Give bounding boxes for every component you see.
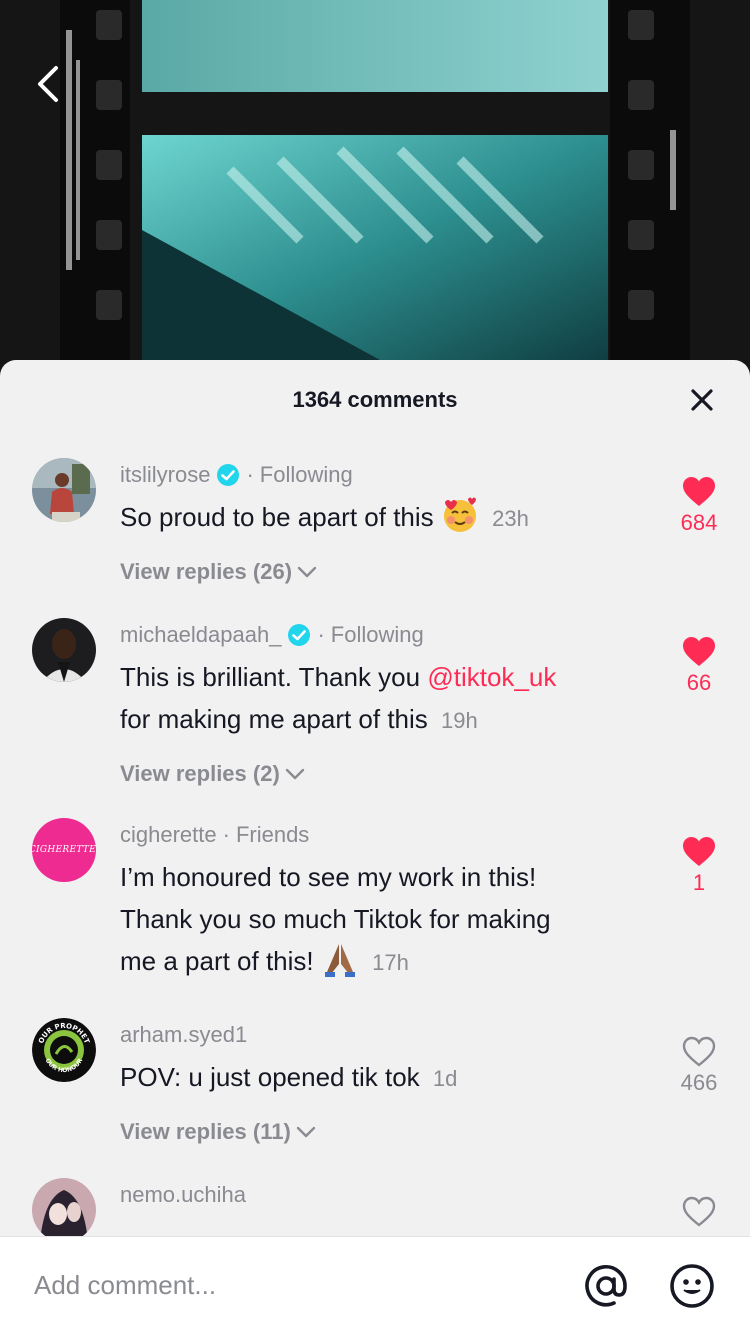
mention-button[interactable] [582,1262,630,1310]
avatar[interactable] [32,618,96,682]
like-button[interactable]: 466 [666,1036,732,1096]
comment-meta: nemo.uchiha [120,1178,630,1212]
comment-text: POV: u just opened tik tok 1d [120,1056,630,1100]
back-arrow-icon [38,66,58,102]
video-frame [0,0,750,400]
verified-badge-icon [287,623,311,647]
comment-time: 19h [441,708,478,733]
verified-badge-icon [216,463,240,487]
add-comment-input[interactable] [0,1255,582,1316]
emoji-button[interactable] [668,1262,716,1310]
like-button[interactable] [666,1196,732,1228]
close-button[interactable] [686,384,718,416]
heart-filled-icon [683,477,715,506]
comment-text: So proud to be apart of this 23h [120,496,630,540]
avatar-label: CIGHERETTE. [32,845,96,855]
view-replies-label: View replies (26) [120,559,293,584]
sheet-header: 1364 comments [0,360,750,440]
comment-item: OUR PROPHET OUR HONOUR arham.syed1 POV: … [0,1018,750,1148]
comment-body-continued: for making me apart of this [120,704,428,734]
close-icon [691,389,713,411]
avatar[interactable] [32,1178,96,1236]
like-count: 66 [686,670,712,695]
comment-body: So proud to be apart of this [120,502,434,532]
comment-time: 17h [372,950,409,975]
relation-label: Friends [235,822,310,847]
comment-text: This is brilliant. Thank you @tiktok_uk … [120,656,630,742]
view-replies-label: View replies (2) [120,761,280,786]
comment-meta: itslilyrose · Following [120,458,630,492]
comment-body-line: Thank you so much Tiktok for making [120,904,551,934]
comments-sheet: 1364 comments itslilyrose · Following So… [0,360,750,1334]
heart-outline-icon [682,1196,716,1227]
comment-meta: cigherette · Friends [120,818,630,852]
comment-body: This is brilliant. Thank you [120,662,421,692]
like-count: 684 [680,510,718,535]
separator-dot: · [246,462,254,487]
comment-item: nemo.uchiha [0,1178,750,1236]
relation-label: Following [259,462,353,487]
comment-list[interactable]: itslilyrose · Following So proud to be a… [0,440,750,1236]
like-count: 466 [680,1070,718,1095]
back-button[interactable] [26,60,70,108]
chevron-down-icon [285,768,304,780]
avatar[interactable]: CIGHERETTE. [32,818,96,882]
view-replies-button[interactable]: View replies (11) [120,1116,630,1148]
comment-body: POV: u just opened tik tok [120,1062,420,1092]
video-background [0,0,750,400]
avatar[interactable] [32,458,96,522]
separator-dot: · [222,822,230,847]
comment-body-line: me a part of this! [120,946,314,976]
smiling-hearts-emoji-icon [441,496,479,534]
comment-item: CIGHERETTE. cigherette · Friends I’m hon… [0,818,750,984]
relation-label: Following [330,622,424,647]
like-button[interactable]: 684 [666,476,732,536]
like-button[interactable]: 1 [666,836,732,896]
chevron-down-icon [296,1126,316,1138]
view-replies-label: View replies (11) [120,1119,291,1144]
comment-item: itslilyrose · Following So proud to be a… [0,458,750,588]
chevron-down-icon [297,566,317,578]
username[interactable]: itslilyrose [120,462,210,488]
mention-link[interactable]: @tiktok_uk [427,662,556,692]
username[interactable]: nemo.uchiha [120,1182,246,1208]
comment-input-bar [0,1236,750,1334]
like-count: 1 [692,870,706,895]
comment-meta: arham.syed1 [120,1018,630,1052]
view-replies-button[interactable]: View replies (26) [120,556,630,588]
comment-item: michaeldapaah_ · Following This is brill… [0,618,750,790]
heart-filled-icon [683,837,715,866]
avatar[interactable]: OUR PROPHET OUR HONOUR [32,1018,96,1082]
comment-meta: michaeldapaah_ · Following [120,618,630,652]
comments-count-title: 1364 comments [292,387,458,412]
comment-time: 23h [492,506,529,531]
like-button[interactable]: 66 [666,636,732,696]
separator-dot: · [317,622,325,647]
comment-body-line: I’m honoured to see my work in this! [120,862,537,892]
heart-filled-icon [683,637,715,666]
comment-text: I’m honoured to see my work in this! Tha… [120,856,630,984]
at-sign-icon [585,1264,627,1307]
emoji-icon [670,1263,714,1308]
username[interactable]: michaeldapaah_ [120,622,281,648]
folded-hands-emoji-icon [321,940,359,978]
heart-outline-icon [682,1036,716,1067]
username[interactable]: cigherette [120,822,217,848]
view-replies-button[interactable]: View replies (2) [120,758,630,790]
comment-time: 1d [432,1066,458,1091]
username[interactable]: arham.syed1 [120,1022,247,1048]
